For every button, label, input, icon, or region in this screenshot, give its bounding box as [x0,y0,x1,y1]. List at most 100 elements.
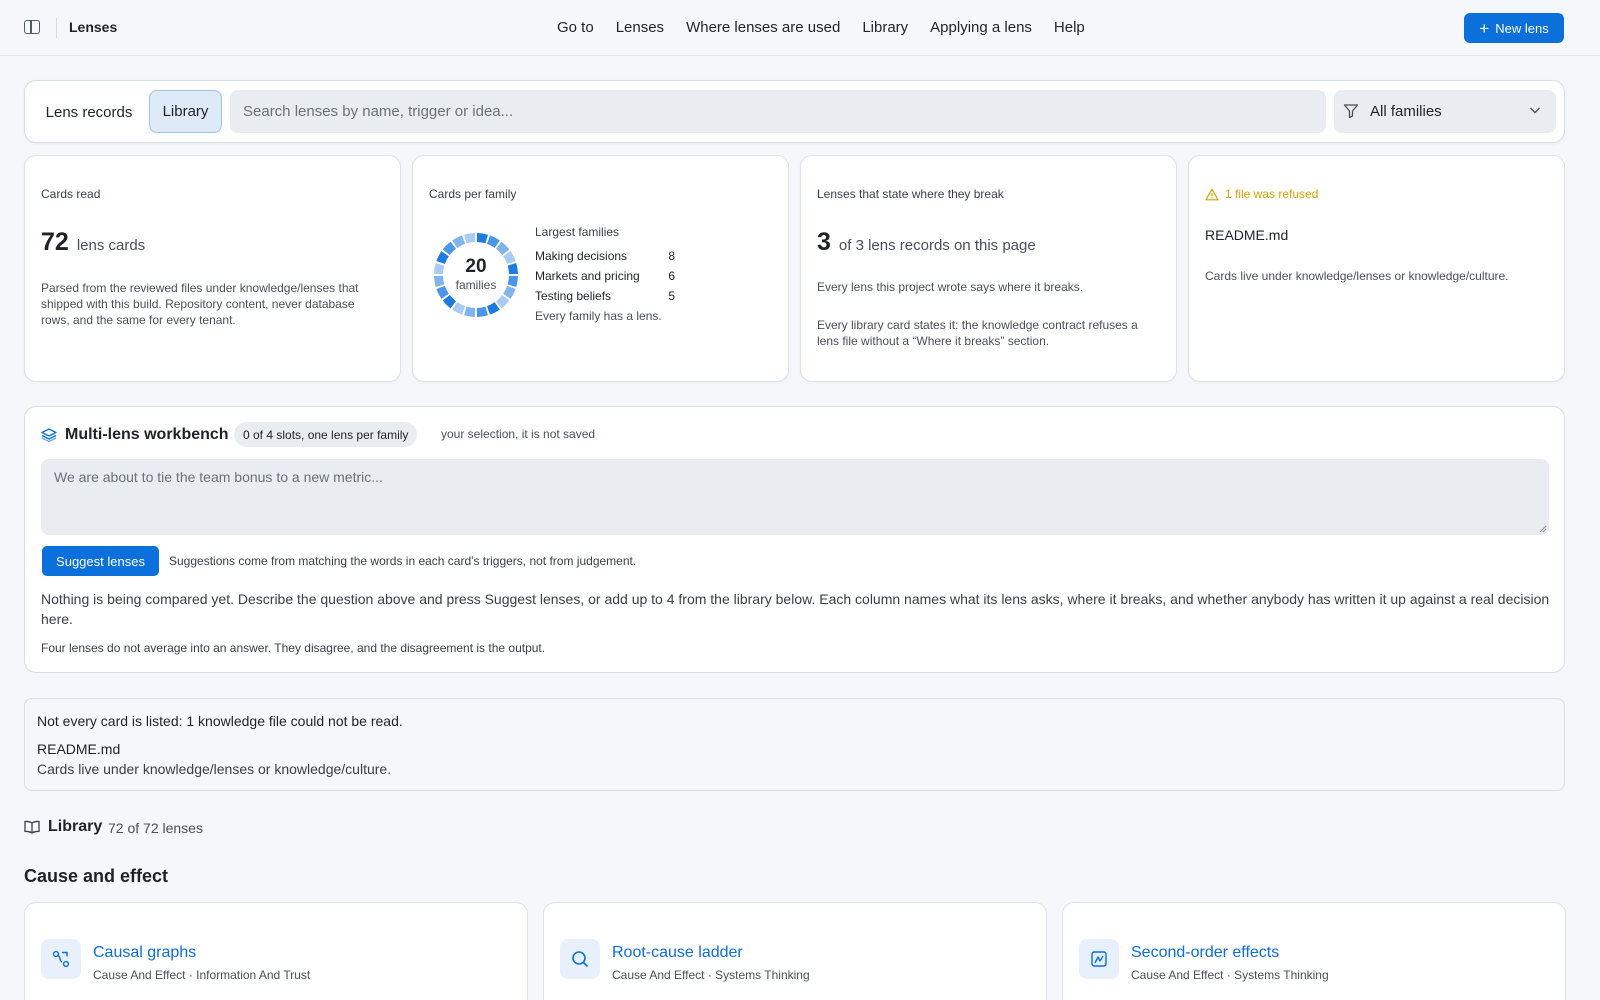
lens-card-root-cause-ladder[interactable]: Root-cause ladder Cause And Effect · Sys… [543,902,1047,1000]
family-filter-select[interactable]: All families [1334,90,1556,133]
layers-icon [41,428,57,442]
book-icon [24,820,40,834]
stat-label: Lenses that state where they break [817,187,1004,201]
question-textarea[interactable] [41,459,1549,535]
stat-card-refused: 1 file was refused README.md Cards live … [1188,155,1565,382]
lens-name[interactable]: Second-order effects [1131,944,1279,962]
nav-library[interactable]: Library [862,19,908,36]
donut-center-number: 20 [465,256,487,277]
refused-file-name: README.md [1205,227,1289,243]
divider [56,18,57,38]
donut-segment [496,241,510,255]
stat-note: Every library card states it: the knowle… [817,318,1138,348]
chevron-down-icon [1530,107,1540,114]
nav-go-to[interactable]: Go to [557,19,594,36]
plus-icon: + [1479,18,1490,38]
family-row: Making decisions 8 [535,249,675,263]
family-count: 8 [668,249,675,263]
donut-segment [452,302,466,315]
refused-warning: 1 file was refused [1205,187,1318,201]
donut-center-label: families [455,278,497,292]
donut-segment [452,235,466,248]
notice-title: Not every card is listed: 1 knowledge fi… [37,713,403,729]
donut-segment [486,302,500,315]
refused-label: 1 file was refused [1225,187,1319,201]
family-name: Markets and pricing [535,269,640,283]
donut-segment [476,233,488,244]
chart-icon [1079,939,1119,979]
app-title: Lenses [69,19,118,35]
lens-name[interactable]: Root-cause ladder [612,944,743,962]
lens-card-causal-graphs[interactable]: Causal graphs Cause And Effect · Informa… [24,902,528,1000]
slots-badge: 0 of 4 slots, one lens per family [234,422,418,447]
group-title-cause-and-effect: Cause and effect [24,866,169,886]
donut-segment [442,241,456,255]
notice-file-name: README.md [37,741,121,757]
tab-lens-records[interactable]: Lens records [35,91,143,133]
lens-meta: Cause And Effect · Systems Thinking [612,968,810,982]
donut-segment [476,306,488,317]
warning-icon [1205,188,1219,200]
family-row: Markets and pricing 6 [535,269,675,283]
donut-segment [496,295,510,309]
workbench-note: your selection, it is not saved [441,427,596,441]
stat-unit: lens cards [76,237,146,254]
nav-lenses[interactable]: Lenses [616,19,664,36]
stat-unit: of 3 lens records on this page [838,237,1036,254]
main-nav: Go to Lenses Where lenses are used Libra… [557,19,1085,36]
family-name: Making decisions [535,249,628,263]
stat-card-cards-read: Cards read 72 lens cards Parsed from the… [24,155,401,382]
library-title: Library [48,818,103,835]
suggest-note: Suggestions come from matching the words… [169,554,637,568]
new-lens-label: New lens [1495,20,1549,36]
family-count: 6 [668,269,675,283]
family-footer: Every family has a lens. [535,309,662,323]
search-input[interactable] [230,90,1326,133]
stat-note: Every lens this project wrote says where… [817,280,1084,294]
search-icon [560,939,600,979]
nav-help[interactable]: Help [1054,19,1085,36]
new-lens-button[interactable]: + New lens [1464,13,1564,43]
donut-segment [442,295,456,309]
donut-segment [486,235,500,248]
stat-value: 72 lens cards [41,228,145,257]
donut-segment [464,233,476,244]
multi-lens-workbench: Multi-lens workbench 0 of 4 slots, one l… [24,406,1565,673]
suggest-lenses-button[interactable]: Suggest lenses [42,546,159,576]
workbench-footer: Four lenses do not average into an answe… [41,641,546,655]
stat-label: Cards read [41,187,101,201]
largest-families-title: Largest families [535,225,620,239]
tab-library[interactable]: Library [149,90,222,133]
top-bar: Lenses Go to Lenses Where lenses are use… [0,0,1600,56]
family-count: 5 [668,289,675,303]
search-bar: Lens records Library All families [24,80,1565,143]
resize-handle-icon[interactable] [1539,525,1547,533]
causal-graph-icon [41,939,81,979]
stat-number: 3 [817,228,831,256]
unreadable-files-notice: Not every card is listed: 1 knowledge fi… [24,698,1565,791]
sidebar-toggle-icon[interactable] [24,20,40,34]
workbench-empty-state: Nothing is being compared yet. Describe … [41,591,1550,627]
lens-name[interactable]: Causal graphs [93,944,196,962]
lens-meta: Cause And Effect · Systems Thinking [1131,968,1329,982]
stat-card-cards-per-family: Cards per family 20 families Largest fam… [412,155,789,382]
family-donut-chart: 20 families [433,232,519,318]
stat-number: 72 [41,228,69,256]
filter-icon [1343,104,1359,119]
stat-label: Cards per family [429,187,517,201]
stat-card-break: Lenses that state where they break 3 of … [800,155,1177,382]
lens-meta: Cause And Effect · Information And Trust [93,968,311,982]
stat-value: 3 of 3 lens records on this page [817,228,1036,257]
stat-note: Parsed from the reviewed files under kno… [41,281,359,327]
family-name: Testing beliefs [535,289,612,303]
refused-note: Cards live under knowledge/lenses or kno… [1205,269,1509,283]
donut-segment [464,306,476,317]
nav-applying-a-lens[interactable]: Applying a lens [930,19,1032,36]
nav-where-lenses-are-used[interactable]: Where lenses are used [686,19,840,36]
notice-detail: Cards live under knowledge/lenses or kno… [37,761,392,777]
family-filter-value: All families [1370,103,1442,120]
family-row: Testing beliefs 5 [535,289,675,303]
lens-card-second-order-effects[interactable]: Second-order effects Cause And Effect · … [1062,902,1566,1000]
workbench-title: Multi-lens workbench [65,426,229,443]
library-count: 72 of 72 lenses [108,820,203,836]
